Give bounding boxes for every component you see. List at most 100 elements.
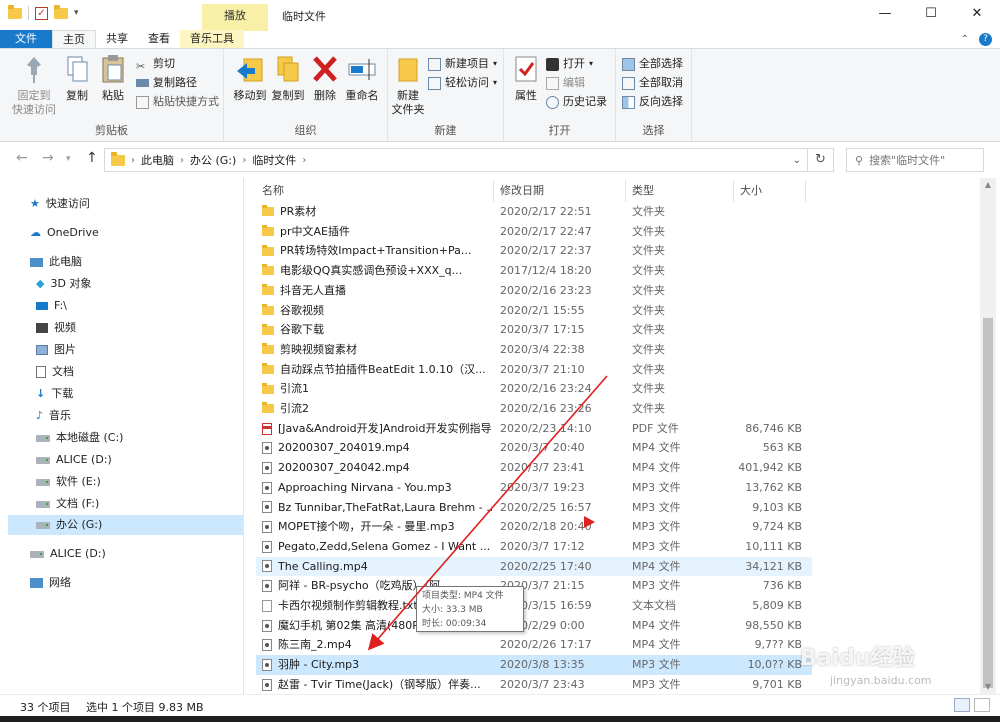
breadcrumb-this-pc[interactable]: 此电脑: [141, 152, 174, 168]
file-row[interactable]: MOPET接个吻，开一朵 - 曼里.mp3 2020/2/18 20:40 MP3 …: [256, 517, 812, 537]
new-folder-button[interactable]: 新建 文件夹: [390, 53, 426, 117]
nav-drive-g[interactable]: 办公 (G:): [8, 515, 243, 535]
file-row[interactable]: 陈三南_2.mp4 2020/2/26 17:17 MP4 文件 9,7?? KB: [256, 635, 812, 655]
nav-alice-drive[interactable]: ALICE (D:): [30, 544, 106, 564]
copy-button[interactable]: 复制: [62, 53, 92, 103]
maximize-button[interactable]: ☐: [908, 0, 954, 30]
search-input[interactable]: [869, 153, 970, 167]
nav-this-pc[interactable]: 此电脑: [30, 252, 82, 272]
file-row[interactable]: 谷歌下载 2020/3/7 17:15 文件夹: [256, 320, 812, 340]
back-arrow-icon[interactable]: ←: [16, 150, 28, 166]
folder-icon[interactable]: [8, 4, 22, 19]
chevron-right-icon[interactable]: ›: [180, 155, 184, 166]
details-view-icon[interactable]: [954, 698, 970, 712]
properties-button[interactable]: 属性: [510, 53, 542, 103]
new-item-button[interactable]: 新建项目 ▾: [428, 55, 497, 73]
scroll-thumb[interactable]: [983, 318, 993, 688]
address-bar[interactable]: › 此电脑 › 办公 (G:) › 临时文件 › ⌄: [104, 148, 808, 172]
nav-drive-e[interactable]: 软件 (E:): [36, 472, 101, 492]
file-row[interactable]: PR转场特效Impact+Transition+Pa... 2020/2/17 2…: [256, 241, 812, 261]
file-row[interactable]: 羽肿 - City.mp3 2020/3/8 13:35 MP3 文件 10,0?? …: [256, 655, 812, 675]
tab-file[interactable]: 文件: [0, 30, 52, 48]
cut-button[interactable]: ✂ 剪切: [136, 55, 175, 73]
close-button[interactable]: ✕: [954, 0, 1000, 30]
open-button[interactable]: 打开 ▾: [546, 55, 593, 73]
nav-f-folder[interactable]: F:\: [36, 296, 67, 316]
chevron-right-icon[interactable]: ›: [242, 155, 246, 166]
file-row[interactable]: 20200307_204019.mp4 2020/3/7 20:40 MP4 文件 5…: [256, 438, 812, 458]
file-row[interactable]: 抖音无人直播 2020/2/16 23:23 文件夹: [256, 281, 812, 301]
tab-home[interactable]: 主页: [52, 30, 96, 48]
nav-network[interactable]: 网络: [30, 573, 71, 593]
breadcrumb-folder[interactable]: 临时文件: [252, 152, 296, 168]
nav-downloads[interactable]: ↓ 下载: [36, 384, 73, 404]
forward-arrow-icon[interactable]: →: [42, 150, 54, 166]
file-row[interactable]: PR素材 2020/2/17 22:51 文件夹: [256, 202, 812, 222]
search-box[interactable]: ⚲: [846, 148, 984, 172]
chevron-right-icon[interactable]: ›: [131, 155, 135, 166]
nav-drive-f[interactable]: 文档 (F:): [36, 494, 99, 514]
column-header-date[interactable]: 修改日期: [494, 180, 626, 202]
nav-music[interactable]: ♪ 音乐: [36, 406, 71, 426]
collapse-ribbon-icon[interactable]: ⌃: [961, 34, 969, 45]
paste-shortcut-button[interactable]: 粘贴快捷方式: [136, 93, 219, 111]
copy-path-button[interactable]: 复制路径: [136, 74, 197, 92]
pin-quick-access-button[interactable]: 固定到 快速访问: [10, 53, 58, 117]
copy-to-button[interactable]: 复制到: [268, 53, 308, 103]
file-row[interactable]: 引流2 2020/2/16 23:26 文件夹: [256, 399, 812, 419]
nav-videos[interactable]: 视频: [36, 318, 76, 338]
column-header-size[interactable]: 大小: [734, 180, 806, 202]
file-row[interactable]: 魔幻手机 第02集 高清(480P).mp4 2020/2/29 0:00 MP4 …: [256, 616, 812, 636]
nav-drive-d[interactable]: ALICE (D:): [36, 450, 112, 470]
scroll-down-arrow-icon[interactable]: ▼: [980, 680, 996, 694]
column-header-name[interactable]: 名称: [256, 180, 494, 202]
file-row[interactable]: 剪映视频窗素材 2020/3/4 22:38 文件夹: [256, 340, 812, 360]
nav-drive-c[interactable]: 本地磁盘 (C:): [36, 428, 123, 448]
address-dropdown-icon[interactable]: ⌄: [793, 155, 801, 166]
tab-view[interactable]: 查看: [138, 30, 180, 48]
help-icon[interactable]: ?: [979, 32, 992, 46]
vertical-scrollbar[interactable]: ▲ ▼: [980, 178, 996, 694]
tab-music-tools[interactable]: 音乐工具: [180, 30, 244, 48]
scroll-up-arrow-icon[interactable]: ▲: [980, 178, 996, 192]
customize-toolbar-icon[interactable]: ▾: [74, 8, 79, 18]
file-row[interactable]: 赵雷 - Tvir Time(Jack)（钢琴版）伴奏... 2020/3/7 2…: [256, 675, 812, 694]
file-row[interactable]: Approaching Nirvana - You.mp3 2020/3/7 19…: [256, 478, 812, 498]
file-row[interactable]: 卡西尔视频制作剪辑教程.txt 2020/3/15 16:59 文本文档 5,809 …: [256, 596, 812, 616]
file-row[interactable]: [Java&Android开发]Android开发实例指导].胡孟... 2020…: [256, 419, 812, 439]
nav-3d-objects[interactable]: ◆ 3D 对象: [36, 274, 91, 294]
file-row[interactable]: 电影级QQ真实感调色预设+XXX_q... 2017/12/4 18:20 文件夹: [256, 261, 812, 281]
easy-access-button[interactable]: 轻松访问 ▾: [428, 74, 497, 92]
paste-button[interactable]: 粘贴: [98, 53, 128, 103]
file-row[interactable]: 谷歌视频 2020/2/1 15:55 文件夹: [256, 301, 812, 321]
file-row[interactable]: pr中文AE插件 2020/2/17 22:47 文件夹: [256, 222, 812, 242]
column-header-type[interactable]: 类型: [626, 180, 734, 202]
delete-button[interactable]: 删除: [310, 53, 340, 103]
breadcrumb-drive[interactable]: 办公 (G:): [190, 152, 236, 168]
nav-documents[interactable]: 文档: [36, 362, 74, 382]
edit-button[interactable]: 编辑: [546, 74, 585, 92]
nav-onedrive[interactable]: ☁ OneDrive: [30, 223, 99, 243]
invert-selection-button[interactable]: 反向选择: [622, 93, 683, 111]
file-row[interactable]: 引流1 2020/2/16 23:24 文件夹: [256, 379, 812, 399]
file-row[interactable]: Pegato,Zedd,Selena Gomez - I Want ... 202…: [256, 537, 812, 557]
tab-share[interactable]: 共享: [96, 30, 138, 48]
nav-quick-access[interactable]: ★ 快速访问: [30, 194, 90, 214]
recent-locations-icon[interactable]: ▾: [66, 154, 71, 164]
select-none-button[interactable]: 全部取消: [622, 74, 683, 92]
chevron-right-icon[interactable]: ›: [302, 155, 306, 166]
file-row[interactable]: 20200307_204042.mp4 2020/3/7 23:41 MP4 文件 4…: [256, 458, 812, 478]
nav-pictures[interactable]: 图片: [36, 340, 76, 360]
file-row[interactable]: The Calling.mp4 2020/2/25 17:40 MP4 文件 34,1…: [256, 556, 812, 577]
history-button[interactable]: 历史记录: [546, 93, 607, 111]
up-arrow-icon[interactable]: ↑: [86, 150, 98, 166]
rename-button[interactable]: 重命名: [344, 53, 380, 103]
file-row[interactable]: Bz Tunnibar,TheFatRat,Laura Brehm - ... 2…: [256, 498, 812, 518]
refresh-button[interactable]: ↻: [808, 148, 834, 172]
large-icons-view-icon[interactable]: [974, 698, 990, 712]
file-row[interactable]: 自动踩点节拍插件BeatEdit 1.0.10（汉... 2020/3/7 21:…: [256, 360, 812, 380]
select-all-button[interactable]: 全部选择: [622, 55, 683, 73]
properties-check-icon[interactable]: ✓: [35, 6, 48, 20]
file-row[interactable]: 阿祥 - BR-psycho（吃鸡版）（阿... 2020/3/7 21:15 MP…: [256, 576, 812, 596]
move-to-button[interactable]: 移动到: [230, 53, 270, 103]
